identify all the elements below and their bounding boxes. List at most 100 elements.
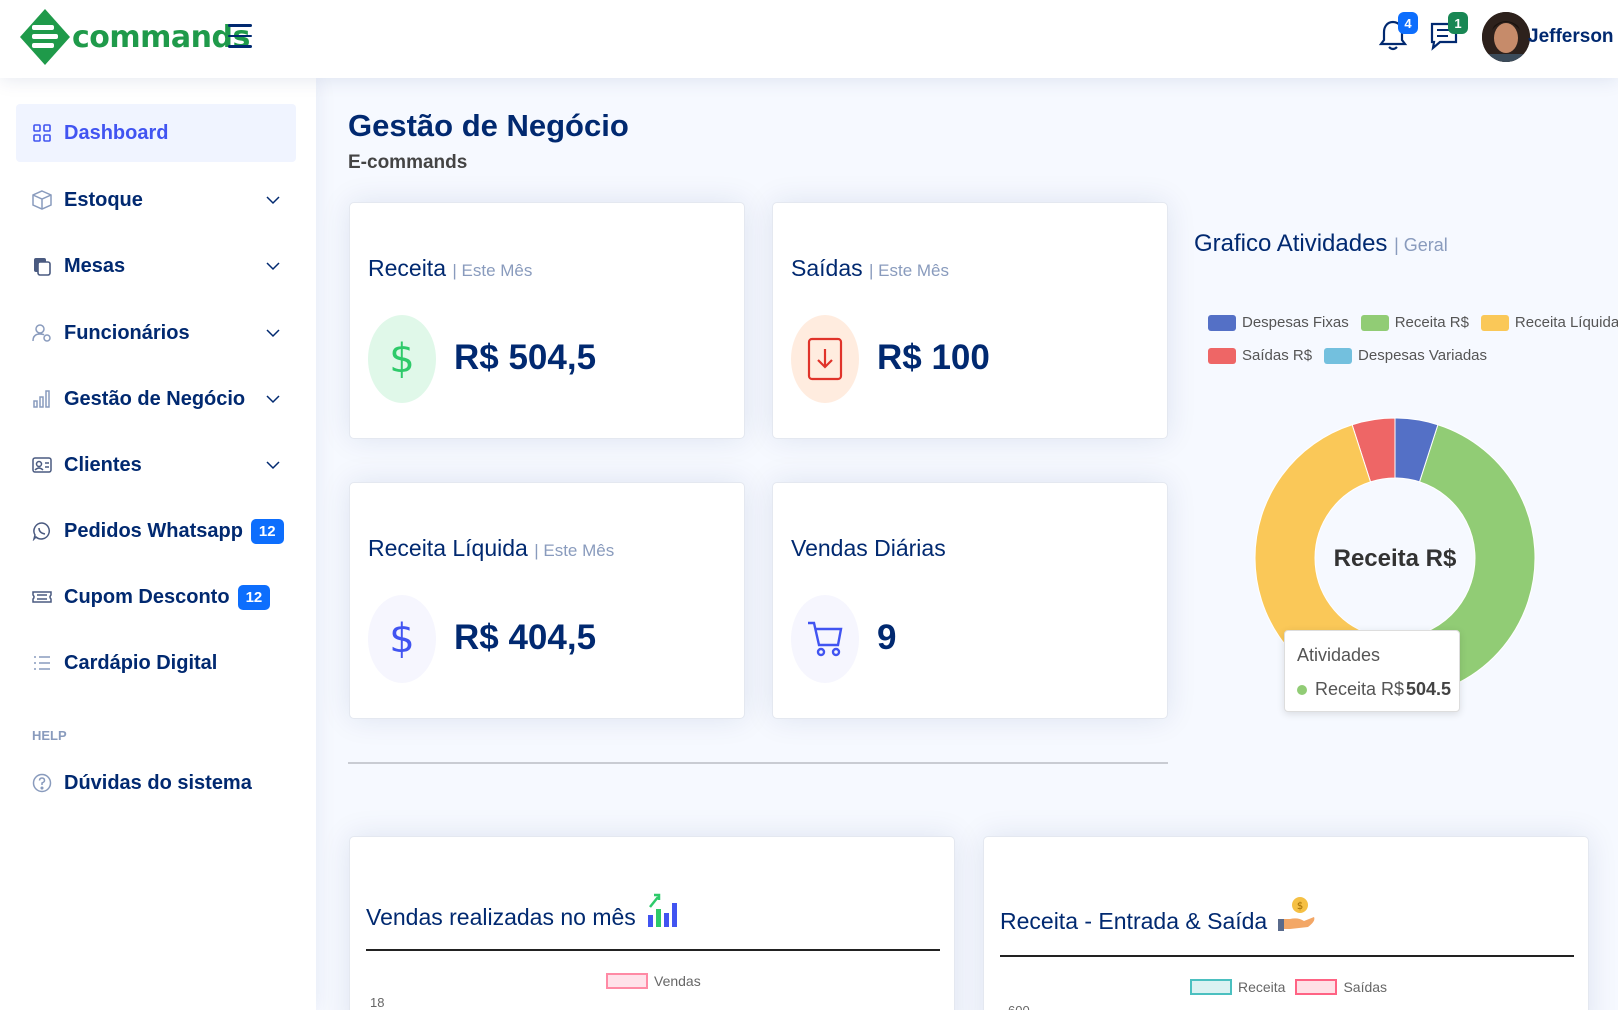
legend-label: Vendas (654, 973, 701, 989)
legend-swatch (1190, 979, 1232, 995)
card-value: R$ 404,5 (454, 618, 597, 657)
tooltip-row: Receita R$ 504.5 (1297, 679, 1451, 700)
chevron-down-icon (266, 329, 280, 338)
card-title: Receita - Entrada & Saída $ (1000, 889, 1316, 935)
legend-swatch[interactable] (1208, 314, 1236, 331)
activity-chart-period: | Geral (1394, 235, 1448, 255)
notifications-badge: 4 (1398, 12, 1418, 34)
legend-swatch (1295, 979, 1338, 995)
card-period: | Este Mês (452, 261, 533, 280)
legend-swatch[interactable] (1324, 347, 1353, 364)
card-receita-entrada-saida: Receita - Entrada & Saída $ Receita Saíd… (983, 836, 1589, 1010)
user-menu[interactable]: Jefferson▼ (1528, 26, 1618, 48)
ticket-icon (32, 587, 52, 607)
sidebar-item-funcionarios[interactable]: Funcionários (16, 304, 296, 362)
sidebar: Dashboard Estoque Mesas Funcionários Ges… (0, 78, 316, 1010)
card-vendas-diarias: Vendas Diárias 9 (772, 482, 1168, 719)
legend-label: Saídas (1343, 979, 1388, 995)
sidebar-item-dashboard[interactable]: Dashboard (16, 104, 296, 162)
tooltip-dot (1297, 684, 1307, 695)
card-saidas: Saídas | Este Mês R$ 100 (772, 202, 1168, 439)
sidebar-item-label: Pedidos Whatsapp (64, 519, 243, 542)
question-circle-icon (32, 773, 52, 793)
chevron-down-icon (266, 262, 280, 271)
chart-legend-row: Saídas R$ Despesas Variadas (1208, 347, 1487, 364)
legend-swatch[interactable] (1208, 347, 1236, 364)
chevron-down-icon (266, 196, 280, 205)
tooltip-value: 504.5 (1405, 679, 1451, 699)
tooltip-series: Receita R$ (1315, 679, 1405, 699)
sidebar-item-label: Funcionários (64, 321, 190, 344)
download-box-icon (791, 315, 859, 403)
activity-chart-title: Grafico Atividades | Geral (1194, 230, 1448, 257)
card-value: R$ 504,5 (454, 338, 597, 377)
copy-icon (32, 256, 52, 276)
sidebar-item-gestao-de-negocio[interactable]: Gestão de Negócio (16, 370, 296, 428)
bar-chart-icon (32, 389, 52, 409)
sidebar-item-cardapio-digital[interactable]: Cardápio Digital (16, 634, 296, 692)
cart-icon (791, 595, 859, 683)
donut-center-label: Receita R$ (1334, 545, 1457, 572)
card-rule (1000, 955, 1574, 957)
sidebar-item-label: Gestão de Negócio (64, 387, 246, 410)
chart-legend[interactable]: Receita Saídas (1190, 979, 1387, 995)
box-icon (32, 190, 52, 210)
chart-tooltip: Atividades Receita R$ 504.5 (1284, 630, 1460, 712)
legend-swatch[interactable] (1360, 314, 1389, 331)
messages-button[interactable]: 1 (1428, 12, 1468, 54)
brand-name: commands (72, 19, 250, 55)
brand-logo[interactable]: commands (20, 9, 250, 65)
sidebar-item-cupom-desconto[interactable]: Cupom Desconto 12 (16, 568, 296, 626)
legend-label[interactable]: Receita Líquida (1515, 314, 1618, 331)
legend-label[interactable]: Receita R$ (1395, 314, 1469, 331)
sidebar-item-label: Mesas (64, 254, 126, 277)
sidebar-item-label: Cupom Desconto (64, 585, 230, 608)
sidebar-item-estoque[interactable]: Estoque (16, 171, 296, 229)
cupom-badge: 12 (237, 584, 271, 610)
card-value: R$ 100 (877, 338, 990, 377)
dollar-icon: $ (368, 315, 436, 403)
sidebar-item-label: Dúvidas do sistema (64, 771, 252, 794)
chart-legend[interactable]: Vendas (606, 973, 701, 989)
page-title: Gestão de Negócio (348, 108, 629, 143)
sidebar-item-pedidos-whatsapp[interactable]: Pedidos Whatsapp 12 (16, 502, 296, 560)
sidebar-item-clientes[interactable]: Clientes (16, 436, 296, 494)
svg-text:$: $ (1296, 901, 1302, 912)
money-hand-icon: $ (1277, 897, 1315, 931)
tooltip-title: Atividades (1297, 645, 1381, 665)
sidebar-item-duvidas[interactable]: Dúvidas do sistema (16, 754, 296, 812)
card-title: Receita Líquida | Este Mês (368, 535, 615, 561)
legend-swatch (606, 973, 648, 989)
sidebar-item-mesas[interactable]: Mesas (16, 237, 296, 295)
card-title: Receita | Este Mês (368, 255, 533, 281)
sidebar-item-label: Cardápio Digital (64, 651, 218, 674)
avatar[interactable] (1482, 12, 1530, 62)
sidebar-toggle-icon[interactable] (228, 24, 252, 50)
card-value: 9 (877, 618, 897, 657)
dollar-icon: $ (368, 595, 436, 683)
legend-swatch[interactable] (1480, 314, 1509, 331)
y-tick-label: 18 (370, 995, 385, 1010)
card-title: Vendas realizadas no mês (366, 889, 678, 931)
messages-badge: 1 (1448, 12, 1468, 34)
sidebar-item-label: Dashboard (64, 121, 169, 144)
people-icon (32, 323, 52, 343)
card-rule (366, 949, 940, 951)
card-title: Saídas | Este Mês (791, 255, 949, 281)
person-card-icon (32, 455, 52, 475)
user-name: Jefferson (1528, 26, 1614, 47)
page-subtitle: E-commands (348, 152, 468, 173)
legend-label[interactable]: Despesas Variadas (1358, 347, 1487, 364)
logo-diamond-icon (20, 9, 70, 65)
card-receita: Receita | Este Mês $ R$ 504,5 (349, 202, 745, 439)
chevron-down-icon (266, 461, 280, 470)
legend-label[interactable]: Despesas Fixas (1242, 314, 1349, 331)
legend-label[interactable]: Saídas R$ (1242, 347, 1312, 364)
card-receita-liquida: Receita Líquida | Este Mês $ R$ 404,5 (349, 482, 745, 719)
notifications-button[interactable]: 4 (1378, 12, 1418, 54)
help-heading: HELP (32, 728, 67, 743)
sidebar-item-label: Clientes (64, 453, 142, 476)
chart-legend-row: Despesas Fixas Receita R$ Receita Líquid… (1208, 314, 1618, 331)
card-period: | Este Mês (869, 261, 949, 280)
grid-icon (32, 123, 52, 143)
